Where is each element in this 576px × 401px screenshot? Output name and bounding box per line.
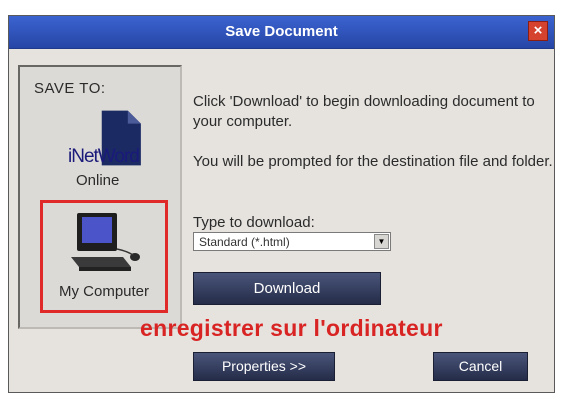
title-bar[interactable]: Save Document × — [9, 16, 554, 49]
computer-icon — [71, 213, 140, 271]
online-label[interactable]: Online — [76, 172, 119, 189]
chevron-down-icon[interactable]: ▼ — [374, 234, 389, 249]
download-button[interactable]: Download — [193, 272, 381, 305]
type-to-download-label: Type to download: — [193, 214, 315, 231]
my-computer-option[interactable]: My Computer — [40, 200, 168, 313]
save-to-label: SAVE TO: — [34, 80, 106, 97]
my-computer-label: My Computer — [58, 283, 150, 300]
properties-button[interactable]: Properties >> — [193, 352, 335, 381]
annotation-text: enregistrer sur l'ordinateur — [140, 315, 443, 341]
destination-instructions: You will be prompted for the destination… — [193, 153, 553, 170]
download-type-value: Standard (*.html) — [199, 235, 290, 249]
cancel-button[interactable]: Cancel — [433, 352, 528, 381]
netword-brand[interactable]: iNetWord — [68, 146, 140, 168]
dialog-title: Save Document — [225, 23, 338, 40]
close-icon[interactable]: × — [528, 21, 548, 41]
download-instructions: Click 'Download' to begin downloading do… — [193, 93, 535, 130]
download-type-select[interactable]: Standard (*.html) ▼ — [193, 232, 391, 251]
